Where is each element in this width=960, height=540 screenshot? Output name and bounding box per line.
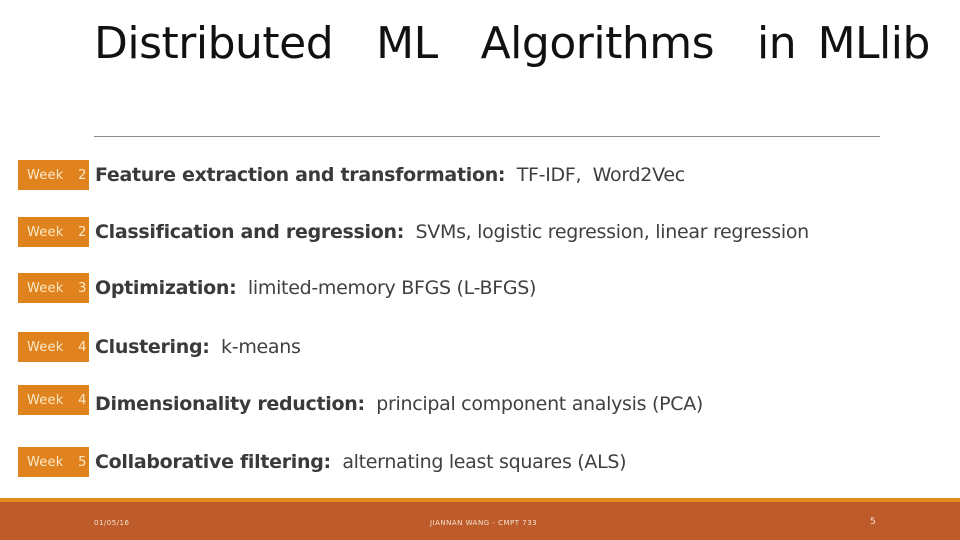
week-badge: Week 4 bbox=[18, 385, 89, 415]
week-badge: Week 5 bbox=[18, 447, 89, 477]
item-detail: TF-IDF, Word2Vec bbox=[505, 164, 685, 186]
item-text: Collaborative filtering: alternating lea… bbox=[95, 451, 627, 473]
item-heading: Classification and regression: bbox=[95, 221, 405, 243]
item-heading: Collaborative filtering: bbox=[95, 451, 331, 473]
week-badge: Week 3 bbox=[18, 273, 89, 303]
item-heading: Dimensionality reduction: bbox=[95, 393, 365, 415]
week-badge: Week 2 bbox=[18, 217, 89, 247]
slide-footer: 01/05/16 JIANNAN WANG - CMPT 733 5 bbox=[0, 502, 960, 540]
item-detail: principal component analysis (PCA) bbox=[364, 393, 704, 415]
list-item: Week 4 Clustering: k-means bbox=[18, 332, 301, 362]
item-text: Dimensionality reduction: principal comp… bbox=[95, 393, 703, 415]
slide-title: Distributed ML Algorithms in MLlib bbox=[94, 18, 930, 69]
footer-date: 01/05/16 bbox=[94, 519, 130, 527]
page-number: 5 bbox=[870, 517, 877, 527]
week-badge: Week 2 bbox=[18, 160, 89, 190]
item-text: Classification and regression: SVMs, log… bbox=[95, 221, 809, 243]
item-detail: k-means bbox=[209, 336, 301, 358]
item-text: Clustering: k-means bbox=[95, 336, 301, 358]
list-item: Week 3 Optimization: limited-memory BFGS… bbox=[18, 273, 536, 303]
list-item: Week 2 Feature extraction and transforma… bbox=[18, 160, 685, 190]
item-text: Feature extraction and transformation: T… bbox=[95, 164, 685, 186]
list-item: Week 2 Classification and regression: SV… bbox=[18, 217, 809, 247]
title-divider bbox=[94, 136, 880, 137]
item-detail: alternating least squares (ALS) bbox=[330, 451, 627, 473]
item-heading: Optimization: bbox=[95, 277, 237, 299]
item-detail: SVMs, logistic regression, linear regres… bbox=[404, 221, 810, 243]
item-text: Optimization: limited-memory BFGS (L-BFG… bbox=[95, 277, 536, 299]
week-badge: Week 4 bbox=[18, 332, 89, 362]
list-item: Week 4 Dimensionality reduction: princip… bbox=[18, 385, 703, 415]
list-item: Week 5 Collaborative filtering: alternat… bbox=[18, 447, 627, 477]
footer-author: JIANNAN WANG - CMPT 733 bbox=[430, 519, 538, 527]
item-heading: Clustering: bbox=[95, 336, 210, 358]
item-heading: Feature extraction and transformation: bbox=[95, 164, 506, 186]
item-detail: limited-memory BFGS (L-BFGS) bbox=[236, 277, 537, 299]
